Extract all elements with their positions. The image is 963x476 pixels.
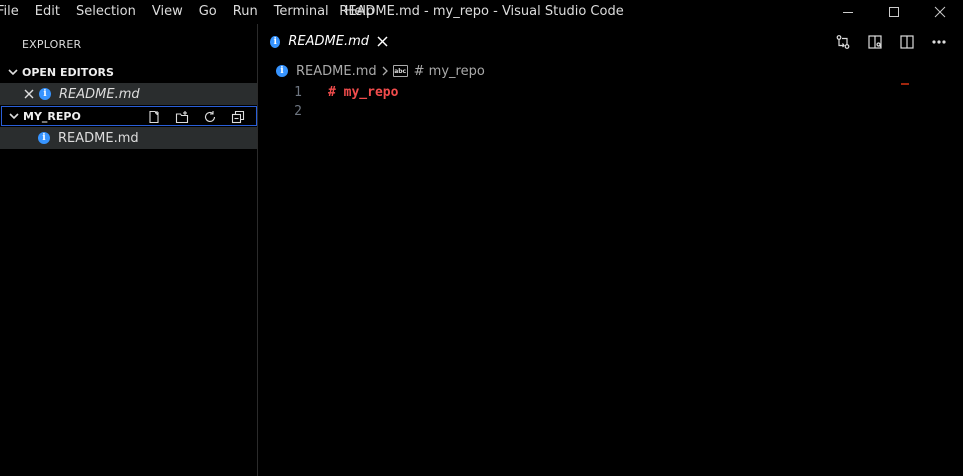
open-editor-item[interactable]: i README.md [0,83,257,105]
new-folder-button[interactable] [168,108,196,126]
line-number: 1 [294,85,302,100]
title-bar: File Edit Selection View Go Run Terminal… [0,0,963,24]
new-folder-icon [175,111,189,124]
chevron-right-icon [380,65,390,77]
editor-actions [827,32,955,52]
close-icon [934,6,946,18]
editor-text-area[interactable]: 1 # my_repo 2 [258,82,963,476]
breadcrumb-symbol[interactable]: # my_repo [414,64,485,79]
maximize-button[interactable] [871,0,917,24]
tab-readme[interactable]: i README.md [258,24,388,60]
menu-go[interactable]: Go [191,0,225,24]
window-controls [825,0,963,24]
new-file-icon [149,110,159,124]
open-changes-button[interactable] [827,32,859,52]
info-icon: i [270,35,281,48]
refresh-icon [204,111,216,122]
folder-actions [140,108,252,126]
close-window-button[interactable] [917,0,963,24]
collapse-all-button[interactable] [224,108,252,126]
menu-bar: File Edit Selection View Go Run Terminal… [0,0,382,24]
menu-terminal[interactable]: Terminal [266,0,337,24]
refresh-button[interactable] [196,108,224,126]
maximize-icon [889,7,899,17]
folder-header[interactable]: MY_REPO [1,106,257,126]
file-name: README.md [58,130,139,146]
open-editors-label: OPEN EDITORS [22,65,114,79]
compare-changes-icon [836,35,850,49]
split-editor-button[interactable] [891,32,923,52]
more-actions-button[interactable] [923,32,955,52]
breadcrumb: i README.md abc # my_repo [258,60,963,82]
line-number: 2 [294,104,302,119]
split-editor-icon [900,35,914,49]
explorer-title: EXPLORER [22,38,82,51]
code-line: 2 [258,102,963,121]
breadcrumb-file[interactable]: README.md [296,64,377,79]
menu-file[interactable]: File [0,0,27,24]
info-icon: i [38,132,50,144]
tab-bar: i README.md [258,24,963,60]
menu-selection[interactable]: Selection [68,0,144,24]
preview-icon [868,35,882,49]
folder-label: MY_REPO [23,109,81,123]
file-tree-item[interactable]: i README.md [0,127,257,149]
open-preview-button[interactable] [859,32,891,52]
close-tab-icon[interactable] [377,36,388,48]
open-editors-header[interactable]: OPEN EDITORS [0,61,257,83]
chevron-down-icon [7,109,21,123]
minimize-button[interactable] [825,0,871,24]
menu-run[interactable]: Run [225,0,266,24]
menu-edit[interactable]: Edit [27,0,68,24]
symbol-string-icon: abc [392,65,408,77]
new-file-button[interactable] [140,108,168,126]
code-line: 1 # my_repo [258,83,963,102]
menu-view[interactable]: View [144,0,191,24]
collapse-all-icon [231,110,245,124]
line-text: # my_repo [328,85,399,100]
tab-label: README.md [288,34,369,49]
info-icon: i [276,65,288,77]
explorer-sidebar: EXPLORER OPEN EDITORS i README.md MY_REP… [0,24,258,476]
minimize-icon [843,12,853,13]
ellipsis-icon [932,40,946,44]
open-editor-name: README.md [59,86,140,102]
info-icon: i [39,88,51,100]
menu-help[interactable]: Help [337,0,383,24]
close-editor-icon[interactable] [22,87,36,101]
chevron-down-icon [6,65,20,79]
